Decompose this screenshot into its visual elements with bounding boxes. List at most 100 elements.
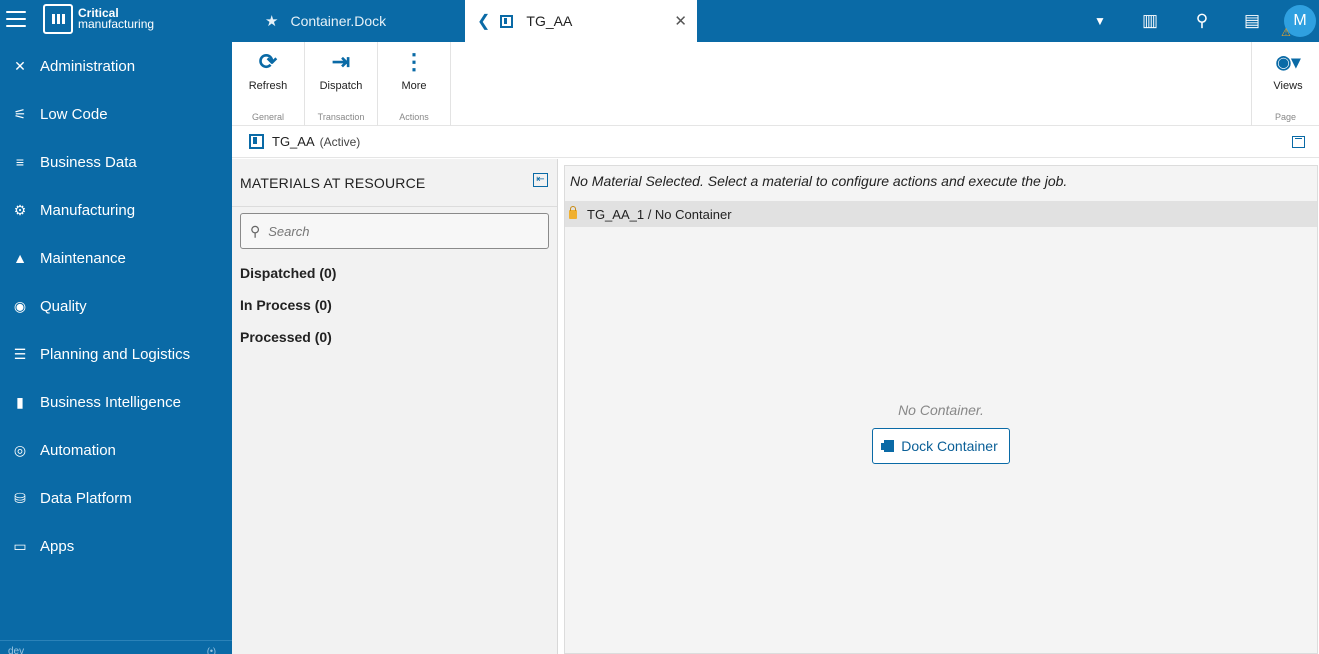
more-icon: ⋮: [403, 49, 425, 74]
apps-icon: ▭: [13, 537, 27, 554]
eye-icon: ◉▾: [1275, 51, 1301, 72]
sidebar-item-planning-and-logistics[interactable]: ☰ Planning and Logistics: [0, 334, 232, 374]
brand-logo[interactable]: Critical manufacturing: [43, 4, 154, 34]
maximize-icon[interactable]: [1292, 136, 1305, 148]
sidebar-item-business-intelligence[interactable]: ▮ Business Intelligence: [0, 382, 232, 422]
dock-container-button[interactable]: Dock Container: [872, 428, 1010, 464]
entity-state: (Active): [319, 134, 361, 149]
job-panel: No Material Selected. Select a material …: [564, 165, 1318, 654]
sidebar: Critical manufacturing ✕ Administration …: [0, 0, 232, 654]
sidebar-item-administration[interactable]: ✕ Administration: [0, 46, 232, 86]
chevron-down-icon[interactable]: ▼: [1080, 0, 1120, 42]
button-label: Views: [1273, 80, 1303, 92]
sidebar-item-maintenance[interactable]: ▲ Maintenance: [0, 238, 232, 278]
sidebar-item-data-platform[interactable]: ⛁ Data Platform: [0, 478, 232, 518]
search-input[interactable]: [268, 223, 529, 239]
button-label: Dispatch: [319, 80, 363, 92]
logo-icon: [43, 4, 73, 34]
sidebar-item-label: Manufacturing: [40, 201, 136, 219]
toolbar-group-page: ◉▾ Views Page: [1251, 42, 1319, 126]
group-label: Page: [1274, 112, 1297, 122]
sidebar-item-business-data[interactable]: ≡ Business Data: [0, 142, 232, 182]
button-label: Refresh: [248, 80, 288, 92]
barcode-icon[interactable]: ▥: [1130, 0, 1170, 42]
no-container-text: No Container.: [898, 402, 984, 418]
group-label: General: [251, 112, 285, 122]
sidebar-item-label: Automation: [40, 441, 116, 459]
sidebar-item-low-code[interactable]: ⚟ Low Code: [0, 94, 232, 134]
group-processed[interactable]: Processed (0): [240, 329, 332, 345]
manufacturing-icon: ⚙: [13, 201, 27, 218]
sidebar-item-label: Data Platform: [40, 489, 132, 507]
search-icon: ⚲: [250, 222, 261, 239]
tab-label: Container.Dock: [290, 13, 387, 29]
sidebar-item-label: Business Intelligence: [40, 393, 181, 411]
maintenance-icon: ▲: [13, 250, 27, 266]
list-item[interactable]: TG_AA_1 / No Container: [565, 201, 1317, 227]
collapse-panel-icon[interactable]: ⇤: [533, 173, 548, 187]
connection-icon: (•): [206, 646, 216, 654]
lock-icon: [569, 205, 577, 219]
avatar-letter: M: [1293, 12, 1307, 29]
no-material-message: No Material Selected. Select a material …: [570, 173, 1068, 189]
automation-icon: ◎: [13, 441, 27, 458]
star-icon: ★: [265, 13, 279, 30]
material-container-label: TG_AA_1 / No Container: [587, 206, 732, 222]
sidebar-item-label: Maintenance: [40, 249, 126, 267]
materials-panel: MATERIALS AT RESOURCE ⇤ ⚲ Dispatched (0)…: [232, 159, 558, 654]
tab-tg-aa[interactable]: ❮ TG_AA ✕: [465, 0, 697, 42]
refresh-button[interactable]: ⟳ Refresh: [237, 48, 299, 92]
entity-name: TG_AA: [272, 134, 315, 149]
toolbar: ⟳ Refresh General ⇥ Dispatch Transaction…: [232, 42, 1319, 126]
database-icon: ≡: [15, 154, 25, 170]
back-icon[interactable]: ❮: [477, 11, 490, 31]
panel-title: MATERIALS AT RESOURCE: [240, 175, 426, 191]
sidebar-item-apps[interactable]: ▭ Apps: [0, 526, 232, 566]
toolbar-group-general: ⟳ Refresh General: [232, 42, 305, 126]
avatar[interactable]: M ⚠: [1281, 5, 1316, 39]
search-icon[interactable]: ⚲: [1182, 0, 1222, 42]
dock-icon: [881, 440, 895, 452]
sidebar-item-label: Low Code: [40, 105, 108, 123]
group-in-process[interactable]: In Process (0): [240, 297, 332, 313]
sidebar-item-automation[interactable]: ◎ Automation: [0, 430, 232, 470]
button-label: More: [401, 80, 427, 92]
resource-icon: [249, 134, 264, 149]
search-box[interactable]: ⚲: [240, 213, 549, 249]
entity-header: TG_AA (Active): [232, 126, 1319, 158]
sidebar-item-label: Quality: [40, 297, 87, 315]
group-dispatched[interactable]: Dispatched (0): [240, 265, 336, 281]
resource-icon: [500, 14, 514, 28]
sidebar-footer: dev (•): [0, 640, 232, 654]
sidebar-item-label: Administration: [40, 57, 136, 75]
low-code-icon: ⚟: [13, 105, 27, 122]
toolbar-group-actions: ⋮ More Actions: [378, 42, 451, 126]
tab-container-dock[interactable]: ★ Container.Dock: [232, 0, 465, 42]
group-label: Actions: [399, 112, 429, 122]
more-button[interactable]: ⋮ More: [383, 48, 445, 92]
sidebar-item-label: Apps: [40, 537, 75, 555]
sidebar-item-quality[interactable]: ◉ Quality: [0, 286, 232, 326]
top-bar: ★ Container.Dock ❮ TG_AA ✕ ▼ ▥ ⚲ ▤ M ⚠: [232, 0, 1319, 42]
group-label: Transaction: [317, 112, 365, 122]
sidebar-header: Critical manufacturing: [0, 0, 232, 42]
refresh-icon: ⟳: [258, 49, 278, 74]
administration-icon: ✕: [14, 57, 26, 74]
chat-icon[interactable]: ▤: [1232, 0, 1272, 42]
dispatch-icon: ⇥: [331, 49, 351, 74]
sidebar-item-manufacturing[interactable]: ⚙ Manufacturing: [0, 190, 232, 230]
views-button[interactable]: ◉▾ Views: [1257, 48, 1319, 93]
environment-label: dev: [8, 646, 25, 654]
brand-name-line2: manufacturing: [78, 17, 155, 31]
dispatch-button[interactable]: ⇥ Dispatch: [310, 48, 372, 92]
toolbar-group-transaction: ⇥ Dispatch Transaction: [305, 42, 378, 126]
divider: [232, 206, 557, 207]
warning-icon: ⚠: [1281, 27, 1291, 39]
button-label: Dock Container: [901, 438, 998, 454]
quality-icon: ◉: [13, 297, 27, 314]
menu-icon[interactable]: [6, 11, 26, 27]
data-platform-icon: ⛁: [14, 489, 26, 506]
sidebar-item-label: Business Data: [40, 153, 137, 171]
close-icon[interactable]: ✕: [674, 12, 687, 30]
sidebar-item-label: Planning and Logistics: [40, 345, 191, 363]
